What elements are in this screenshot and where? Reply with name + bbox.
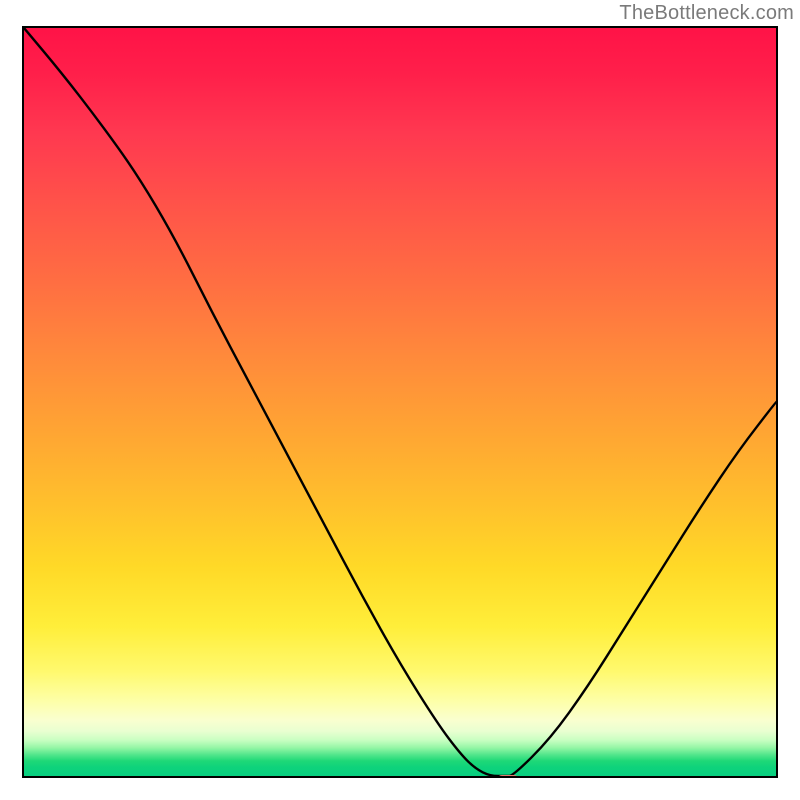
watermark-text: TheBottleneck.com xyxy=(619,2,794,25)
plot-area xyxy=(22,26,778,778)
curve-svg xyxy=(24,28,776,776)
chart-container: TheBottleneck.com xyxy=(0,0,800,800)
bottleneck-curve xyxy=(24,28,776,776)
optimal-marker xyxy=(497,775,519,778)
